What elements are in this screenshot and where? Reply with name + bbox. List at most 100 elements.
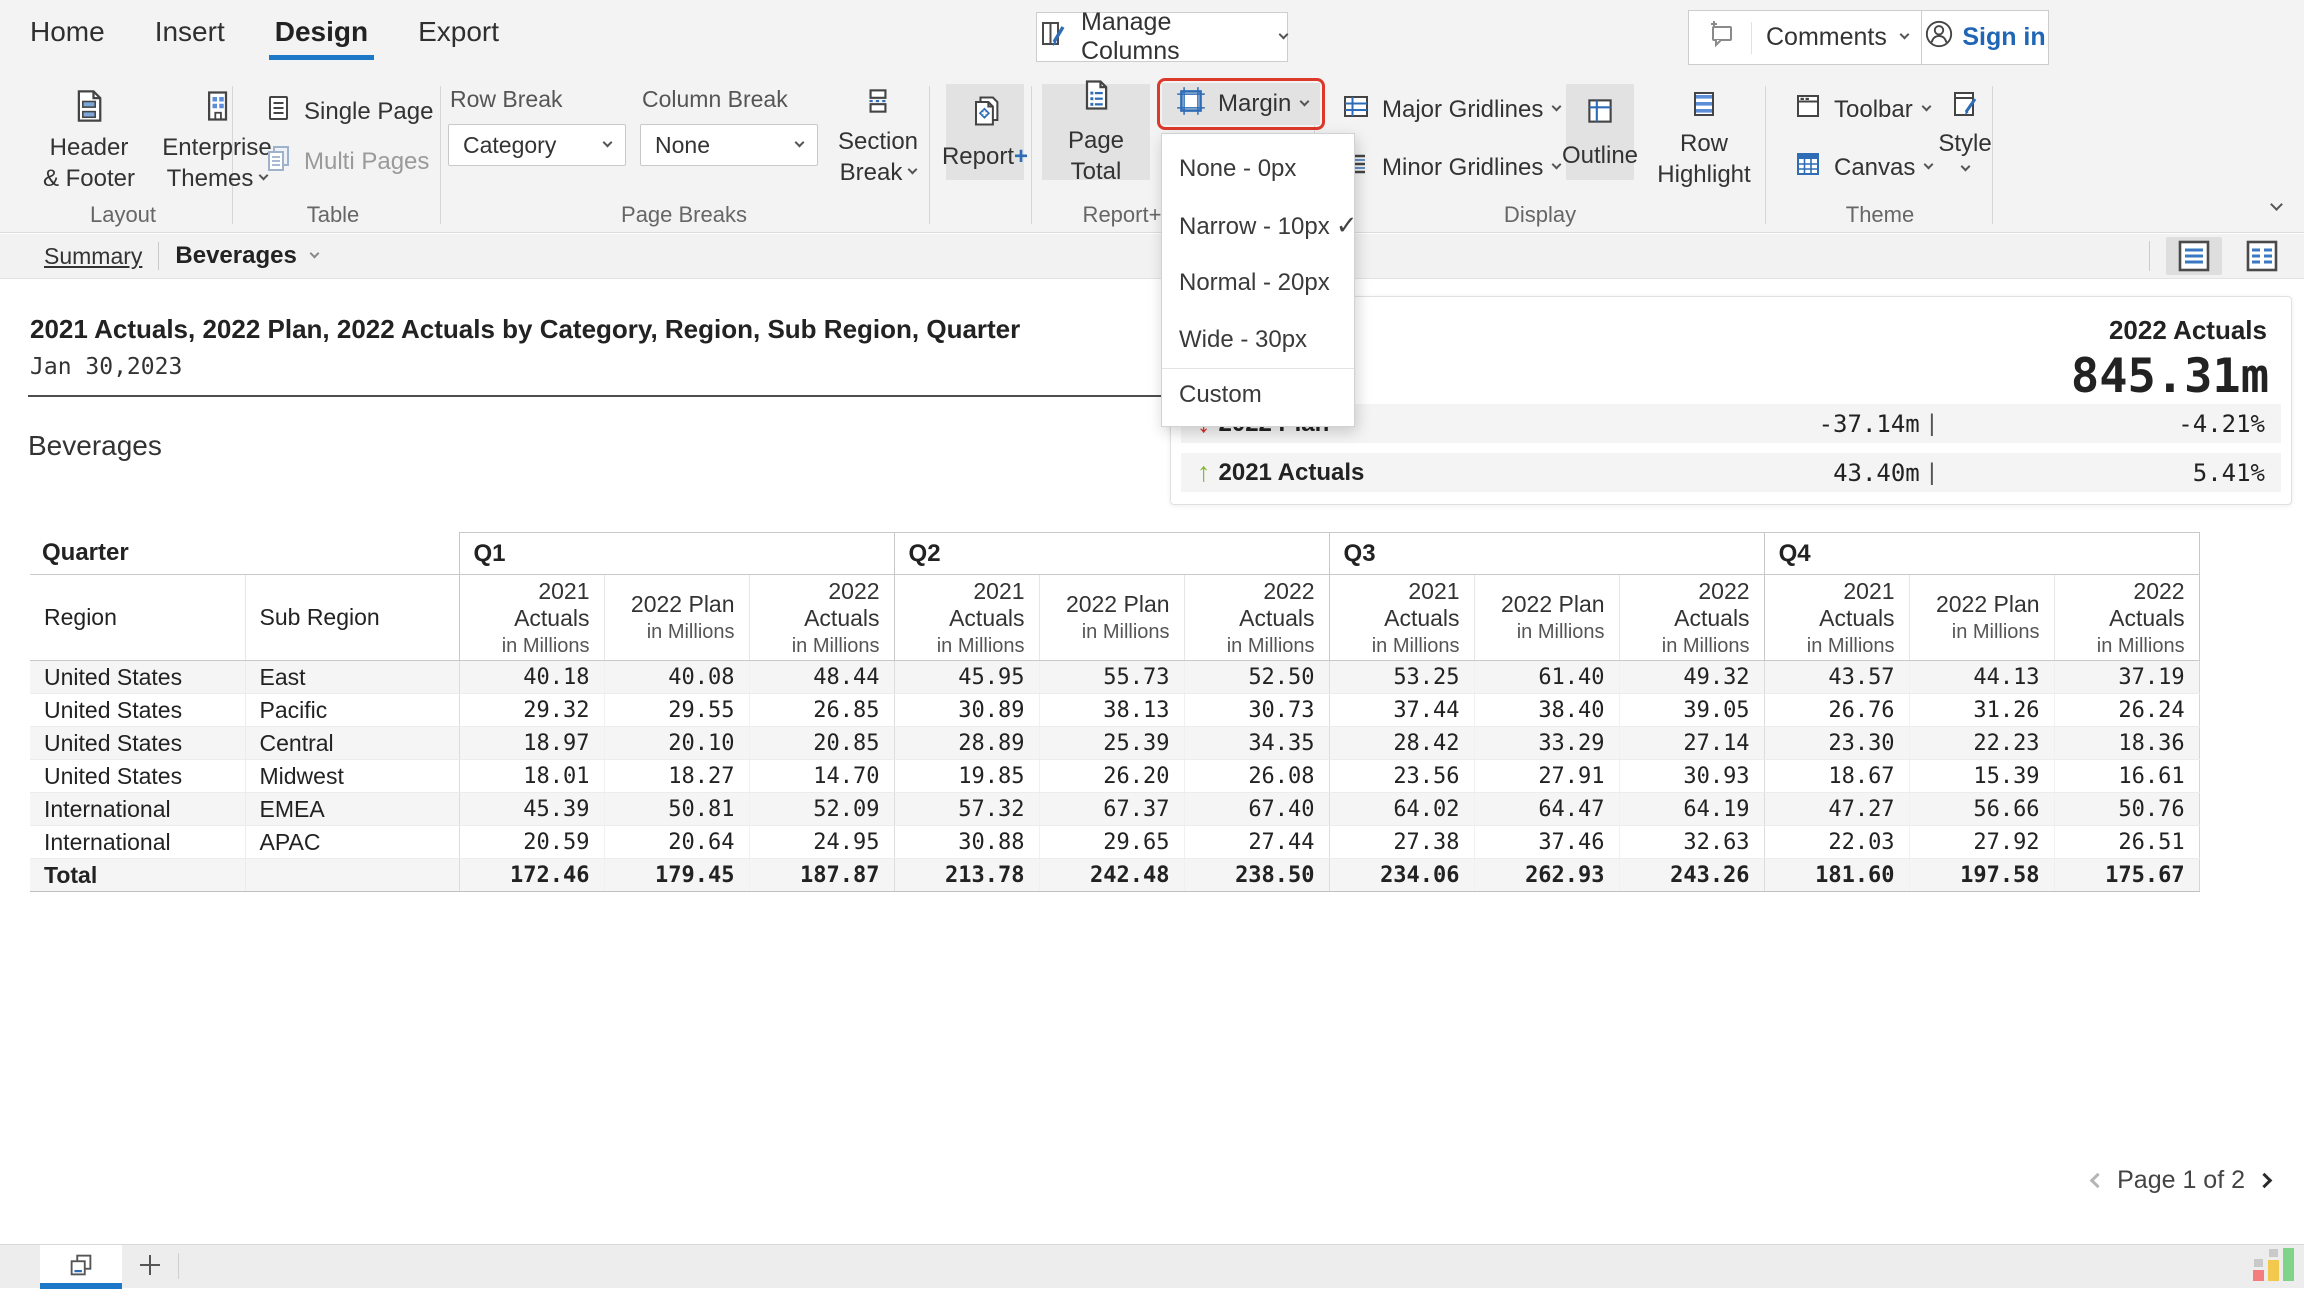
user-icon [1924, 19, 1954, 56]
value-cell: 37.46 [1474, 826, 1619, 859]
row-highlight-button[interactable]: Row Highlight [1648, 88, 1760, 190]
next-page-chevron[interactable] [2257, 1173, 2273, 1189]
margin-menu-item[interactable]: Custom [1162, 368, 1354, 420]
minor-gridlines-label: Minor Gridlines [1382, 154, 1543, 182]
value-cell: 40.18 [459, 661, 604, 694]
tab-export[interactable]: Export [418, 16, 499, 58]
value-cell: 67.40 [1184, 793, 1329, 826]
margin-menu-item[interactable]: None - 0px [1162, 140, 1354, 197]
region-header: Region [30, 575, 245, 661]
divider [178, 1253, 179, 1279]
kpi-row: ↑2021 Actuals43.40m|5.41% [1181, 453, 2281, 492]
value-cell: 15.39 [1909, 760, 2054, 793]
page-total-button[interactable]: Page Total [1042, 84, 1150, 180]
collapse-ribbon-chevron[interactable] [2270, 198, 2283, 211]
value-cell: 56.66 [1909, 793, 2054, 826]
toolbar-button[interactable]: Toolbar [1792, 90, 1930, 129]
report-canvas: 2021 Actuals, 2022 Plan, 2022 Actuals by… [0, 280, 2304, 1244]
breadcrumb-current[interactable]: Beverages [175, 242, 296, 270]
measure-header: 2021 Actualsin Millions [459, 575, 604, 661]
single-column-view-button[interactable] [2166, 237, 2222, 275]
major-gridlines-label: Major Gridlines [1382, 96, 1543, 124]
single-page-icon [262, 92, 294, 131]
sub-region-cell: EMEA [245, 793, 459, 826]
previous-page-chevron[interactable] [2090, 1173, 2106, 1189]
value-cell: 26.20 [1039, 760, 1184, 793]
table-row: United StatesMidwest18.0118.2714.7019.85… [30, 760, 2199, 793]
comments-button[interactable]: Comments [1688, 10, 1925, 65]
total-value-cell: 238.50 [1184, 859, 1329, 892]
single-page-button[interactable]: Single Page [262, 92, 433, 131]
arrow-up-icon: ↑ [1197, 457, 1211, 488]
value-cell: 44.13 [1909, 661, 2054, 694]
comments-label: Comments [1766, 23, 1887, 52]
value-cell: 48.44 [749, 661, 894, 694]
value-cell: 67.37 [1039, 793, 1184, 826]
total-value-cell: 197.58 [1909, 859, 2054, 892]
column-break-select[interactable]: None [640, 124, 818, 166]
value-cell: 30.88 [894, 826, 1039, 859]
manage-columns-button[interactable]: Manage Columns [1036, 12, 1288, 62]
margin-menu-item[interactable]: Normal - 20px [1162, 254, 1354, 311]
sub-region-cell: Pacific [245, 694, 459, 727]
divider [440, 86, 441, 224]
header-footer-button[interactable]: Header & Footer [28, 88, 150, 194]
add-page-tab-button[interactable] [122, 1245, 178, 1284]
style-button[interactable]: Style [1928, 88, 2002, 170]
value-cell: 45.39 [459, 793, 604, 826]
row-break-select[interactable]: Category [448, 124, 626, 166]
value-cell: 43.57 [1764, 661, 1909, 694]
value-cell: 26.76 [1764, 694, 1909, 727]
report-plus-button[interactable]: Report+ [946, 84, 1024, 180]
tab-home[interactable]: Home [30, 16, 105, 58]
minor-gridlines-button[interactable]: Minor Gridlines [1340, 148, 1560, 187]
kpi-row-value: 43.40m [1833, 459, 1920, 487]
single-page-label: Single Page [304, 98, 433, 126]
report-date: Jan 30,2023 [30, 354, 182, 380]
group-label-table: Table [307, 202, 360, 228]
margin-menu-item[interactable]: Wide - 30px [1162, 311, 1354, 368]
breadcrumb-summary-link[interactable]: Summary [44, 243, 142, 270]
style-label: Style [1938, 128, 1991, 159]
table-row: United StatesEast40.1840.0848.4445.9555.… [30, 661, 2199, 694]
value-cell: 33.29 [1474, 727, 1619, 760]
section-break-button[interactable]: Section Break [828, 84, 928, 188]
two-column-view-icon [2244, 238, 2280, 274]
page-total-icon [1078, 77, 1114, 121]
value-cell: 32.63 [1619, 826, 1764, 859]
value-cell: 28.89 [894, 727, 1039, 760]
tab-design[interactable]: Design [275, 16, 368, 58]
sign-in-button[interactable]: Sign in [1921, 10, 2049, 65]
page-tab-active[interactable] [40, 1245, 122, 1284]
group-label-layout: Layout [90, 202, 156, 228]
margin-menu-item[interactable]: Narrow - 10px✓ [1162, 197, 1354, 254]
chevron-down-icon[interactable] [309, 248, 319, 258]
value-cell: 18.27 [604, 760, 749, 793]
margin-button[interactable]: Margin [1162, 83, 1320, 125]
measure-header: 2021 Actualsin Millions [1329, 575, 1474, 661]
value-cell: 38.40 [1474, 694, 1619, 727]
canvas-button[interactable]: Canvas [1792, 148, 1932, 187]
chevron-down-icon [1899, 30, 1909, 40]
value-cell: 22.23 [1909, 727, 2054, 760]
value-cell: 20.59 [459, 826, 604, 859]
header-footer-label2: & Footer [43, 163, 135, 194]
outline-button[interactable]: Outline [1566, 84, 1634, 180]
major-gridlines-button[interactable]: Major Gridlines [1340, 90, 1560, 129]
chevron-down-icon [1552, 102, 1562, 112]
sign-in-label: Sign in [1962, 23, 2045, 52]
value-cell: 30.73 [1184, 694, 1329, 727]
value-cell: 27.91 [1474, 760, 1619, 793]
two-column-view-button[interactable] [2234, 237, 2290, 275]
value-cell: 27.14 [1619, 727, 1764, 760]
tab-insert[interactable]: Insert [155, 16, 225, 58]
value-cell: 47.27 [1764, 793, 1909, 826]
value-cell: 16.61 [2054, 760, 2199, 793]
value-cell: 23.30 [1764, 727, 1909, 760]
group-label-page-breaks: Page Breaks [621, 202, 747, 228]
measure-header: 2022 Planin Millions [604, 575, 749, 661]
total-value-cell: 181.60 [1764, 859, 1909, 892]
breadcrumb-bar: Summary Beverages [0, 234, 2304, 279]
divider [1765, 86, 1766, 224]
total-value-cell: 262.93 [1474, 859, 1619, 892]
